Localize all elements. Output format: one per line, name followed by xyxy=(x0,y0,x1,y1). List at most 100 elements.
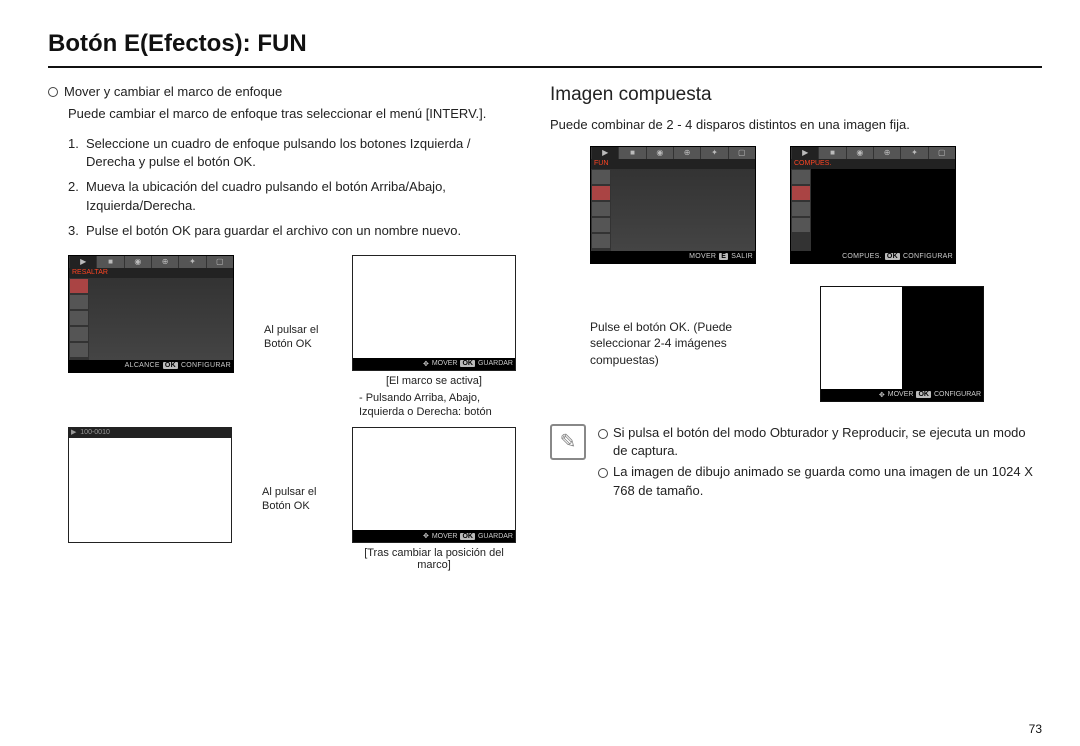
menu-tab: ⊕ xyxy=(673,147,700,159)
composite-half-white xyxy=(821,287,902,389)
focus-frame-preview-1: ✥ MOVER OK GUARDAR xyxy=(352,255,516,371)
footer-salir: SALIR xyxy=(731,253,753,260)
footer-key-ok: OK xyxy=(885,253,900,260)
menu-tab: ✦ xyxy=(900,147,927,159)
bullet-icon xyxy=(598,429,608,439)
footer-alcance: ALCANCE xyxy=(125,362,160,369)
composite-note: Pulse el botón OK. (Puede seleccionar 2-… xyxy=(590,319,790,368)
preview-image-area xyxy=(353,256,515,358)
footer-guardar: GUARDAR xyxy=(478,360,513,367)
preview-footer: ✥ MOVER OK GUARDAR xyxy=(353,530,515,542)
bullet-icon xyxy=(48,87,58,97)
step-number: 3. xyxy=(68,222,86,241)
footer-compues: COMPUES. xyxy=(842,253,882,260)
footer-key-ok: OK xyxy=(163,362,178,369)
menu-label: COMPUES. xyxy=(791,159,955,169)
footer-configurar: CONFIGURAR xyxy=(934,391,981,398)
menu-side-item xyxy=(592,170,610,184)
menu-side-item xyxy=(792,170,810,184)
footer-mover: MOVER xyxy=(432,360,458,367)
camera-menu-fun: ▶ ■ ◉ ⊕ ✦ ▢ FUN xyxy=(590,146,756,264)
info-line-2: La imagen de dibujo animado se guarda co… xyxy=(613,463,1042,501)
menu-footer: ALCANCE OK CONFIGURAR xyxy=(69,360,233,372)
footer-configurar: CONFIGURAR xyxy=(903,253,953,260)
caption-frame-active: [El marco se activa] xyxy=(386,375,482,387)
menu-tab: ▶ xyxy=(69,256,96,268)
menu-tab: ⊕ xyxy=(873,147,900,159)
menu-tab: ▶ xyxy=(791,147,818,159)
caption-directions: - Pulsando Arriba, Abajo, Izquierda o De… xyxy=(359,391,509,420)
step-text: Mueva la ubicación del cuadro pulsando e… xyxy=(86,178,516,216)
menu-side-item xyxy=(792,218,810,232)
step-number: 2. xyxy=(68,178,86,216)
menu-side-item xyxy=(70,279,88,293)
menu-preview xyxy=(89,278,233,360)
composite-intro: Puede combinar de 2 - 4 disparos distint… xyxy=(550,116,1042,134)
composite-footer: ✥ MOVER OK CONFIGURAR xyxy=(821,389,983,401)
menu-tab: ◉ xyxy=(646,147,673,159)
preview-image-area xyxy=(69,438,231,542)
menu-tab: ◉ xyxy=(124,256,151,268)
menu-tab: ■ xyxy=(818,147,845,159)
preview-footer: ✥ MOVER OK GUARDAR xyxy=(353,358,515,370)
menu-side-item xyxy=(792,202,810,216)
menu-label: FUN xyxy=(591,159,755,169)
note-icon: ✎ xyxy=(550,424,586,460)
caption-after-move: [Tras cambiar la posición del marco] xyxy=(359,547,509,571)
menu-tab: ▢ xyxy=(728,147,755,159)
focus-frame-preview-2: ✥ MOVER OK GUARDAR xyxy=(352,427,516,543)
menu-tab: ✦ xyxy=(178,256,205,268)
menu-tab: ■ xyxy=(618,147,645,159)
left-column: Mover y cambiar el marco de enfoque Pued… xyxy=(48,84,516,714)
menu-tab: ◉ xyxy=(846,147,873,159)
preview-top-info: ▶ 100-0010 xyxy=(69,428,231,438)
footer-mover: MOVER xyxy=(432,533,458,540)
footer-key-ok: OK xyxy=(460,360,475,367)
ordered-steps: 1.Seleccione un cuadro de enfoque pulsan… xyxy=(68,135,516,241)
menu-side-item xyxy=(592,202,610,216)
menu-tab: ✦ xyxy=(700,147,727,159)
menu-side-item xyxy=(70,295,88,309)
nav-icon: ✥ xyxy=(423,532,429,540)
menu-side-item xyxy=(70,327,88,341)
focus-frame-preview-result: ▶ 100-0010 xyxy=(68,427,232,543)
section-title-composite: Imagen compuesta xyxy=(550,84,1042,106)
menu-tab: ▶ xyxy=(591,147,618,159)
nav-icon: ✥ xyxy=(423,360,429,368)
composite-half-black xyxy=(902,287,983,389)
footer-key-ok: OK xyxy=(460,533,475,540)
menu-footer: MOVER E SALIR xyxy=(591,251,755,263)
menu-side-item xyxy=(70,343,88,357)
menu-side-item xyxy=(592,234,610,248)
footer-key-e: E xyxy=(719,253,728,260)
left-lead: Mover y cambiar el marco de enfoque xyxy=(48,84,516,99)
caption-press-ok-1: Al pulsar el Botón OK xyxy=(264,323,322,352)
preview-image-area xyxy=(353,428,515,530)
camera-menu-compues: ▶ ■ ◉ ⊕ ✦ ▢ COMPUES. xyxy=(790,146,956,264)
left-lead-text: Mover y cambiar el marco de enfoque xyxy=(64,84,282,99)
page-number: 73 xyxy=(48,714,1042,736)
footer-key-ok: OK xyxy=(916,391,931,398)
info-note-block: ✎ Si pulsa el botón del modo Obturador y… xyxy=(550,424,1042,503)
nav-icon: ✥ xyxy=(879,391,885,399)
bullet-icon xyxy=(598,468,608,478)
composite-preview: ✥ MOVER OK CONFIGURAR xyxy=(820,286,984,402)
menu-side-item xyxy=(592,186,610,200)
menu-preview xyxy=(611,169,755,251)
menu-label: RESALTAR xyxy=(69,268,233,278)
menu-tab: ▢ xyxy=(206,256,233,268)
menu-side-item xyxy=(792,186,810,200)
footer-mover: MOVER xyxy=(689,253,716,260)
menu-side-item xyxy=(592,218,610,232)
footer-configurar: CONFIGURAR xyxy=(181,362,231,369)
info-line-1: Si pulsa el botón del modo Obturador y R… xyxy=(613,424,1042,462)
camera-menu-resaltar: ▶ ■ ◉ ⊕ ✦ ▢ RESALTAR xyxy=(68,255,234,373)
menu-footer: COMPUES. OK CONFIGURAR xyxy=(791,251,955,263)
footer-guardar: GUARDAR xyxy=(478,533,513,540)
left-lead-sub: Puede cambiar el marco de enfoque tras s… xyxy=(68,105,516,123)
caption-press-ok-2: Al pulsar el Botón OK xyxy=(262,485,322,514)
menu-tab: ■ xyxy=(96,256,123,268)
step-text: Pulse el botón OK para guardar el archiv… xyxy=(86,222,516,241)
menu-tab: ⊕ xyxy=(151,256,178,268)
menu-tab: ▢ xyxy=(928,147,955,159)
